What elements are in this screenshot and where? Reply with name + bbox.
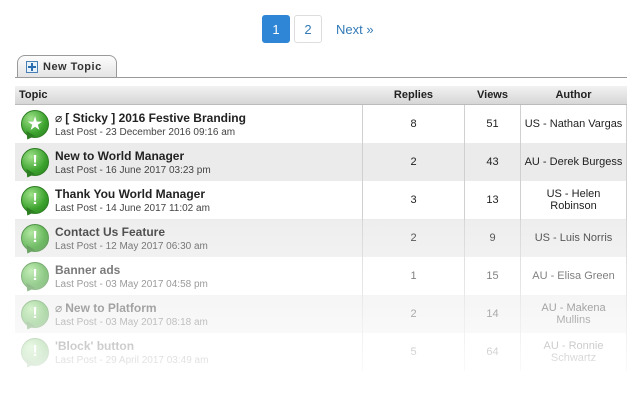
views-count: 43 xyxy=(464,143,521,181)
author-name: AU - Derek Burgess xyxy=(520,143,627,181)
topic-cell: ! ⌀ New to Platform Last Post - 03 May 2017… xyxy=(15,295,363,333)
new-document-icon xyxy=(26,60,38,73)
topic-cell: ! Contact Us Feature Last Post - 12 May 20… xyxy=(15,219,363,257)
new-topic-label: New Topic xyxy=(43,60,102,73)
table-row[interactable]: ! Banner ads Last Post - 03 May 2017 04:58… xyxy=(15,257,627,295)
page-1-button[interactable]: 1 xyxy=(262,15,290,43)
replies-count: 8 xyxy=(362,104,465,143)
table-row[interactable]: ★ ⌀[ Sticky ] 2016 Festive Branding Last P… xyxy=(15,104,627,143)
last-post: Last Post - 23 December 2016 09:16 am xyxy=(55,126,236,138)
replies-count: 2 xyxy=(362,295,465,333)
views-count: 9 xyxy=(464,219,521,257)
exclamation-icon: ! xyxy=(21,262,49,290)
table-row[interactable]: ! Thank You World Manager Last Post - 14 J… xyxy=(15,181,627,219)
next-page-link[interactable]: Next » xyxy=(336,22,374,37)
author-name: AU - Ronnie Schwartz xyxy=(520,333,627,371)
topic-cell: ! Banner ads Last Post - 03 May 2017 04:58… xyxy=(15,257,363,295)
topic-cell: ! 'Block' button Last Post - 29 April 2017… xyxy=(15,333,363,371)
exclamation-icon: ! xyxy=(21,224,49,252)
col-views: Views xyxy=(464,86,521,105)
author-name: US - Luis Norris xyxy=(520,219,627,257)
topic-cell: ! New to World Manager Last Post - 16 June… xyxy=(15,143,363,181)
exclamation-icon: ! xyxy=(21,186,49,214)
paperclip-icon: ⌀ xyxy=(55,300,63,315)
author-name: AU - Elisa Green xyxy=(520,257,627,295)
col-author: Author xyxy=(520,86,627,105)
topic-cell: ! Thank You World Manager Last Post - 14 J… xyxy=(15,181,363,219)
page-2-button[interactable]: 2 xyxy=(294,15,322,43)
pagination: 1 2 Next » xyxy=(262,15,374,43)
replies-count: 3 xyxy=(362,181,465,219)
topic-title-link[interactable]: Contact Us Feature xyxy=(55,225,165,239)
topic-title-link[interactable]: [ Sticky ] 2016 Festive Branding xyxy=(65,111,246,125)
table-row[interactable]: ! Contact Us Feature Last Post - 12 May 20… xyxy=(15,219,627,257)
author-name: AU - Makena Mullins xyxy=(520,295,627,333)
views-count: 15 xyxy=(464,257,521,295)
col-topic: Topic xyxy=(15,86,363,105)
last-post: Last Post - 29 April 2017 03:49 am xyxy=(55,354,209,366)
topics-table: Topic Replies Views Author ★ ⌀[ Sticky ] … xyxy=(15,86,627,371)
last-post: Last Post - 03 May 2017 04:58 pm xyxy=(55,278,208,290)
topic-title-link[interactable]: New to Platform xyxy=(65,301,156,315)
views-count: 14 xyxy=(464,295,521,333)
table-header: Topic Replies Views Author xyxy=(15,86,627,105)
table-row[interactable]: ! 'Block' button Last Post - 29 April 2017… xyxy=(15,333,627,371)
replies-count: 1 xyxy=(362,257,465,295)
author-name: US - Nathan Vargas xyxy=(520,104,627,143)
author-name: US - Helen Robinson xyxy=(520,181,627,219)
topic-title-link[interactable]: Banner ads xyxy=(55,263,120,277)
topic-tabbar: New Topic xyxy=(15,55,627,78)
last-post: Last Post - 14 June 2017 11:02 am xyxy=(55,202,210,214)
sticky-star-icon: ★ xyxy=(21,110,49,138)
last-post: Last Post - 03 May 2017 08:18 am xyxy=(55,316,208,328)
exclamation-icon: ! xyxy=(21,300,49,328)
topic-title-link[interactable]: Thank You World Manager xyxy=(55,187,205,201)
exclamation-icon: ! xyxy=(21,148,49,176)
table-row[interactable]: ! New to World Manager Last Post - 16 June… xyxy=(15,143,627,181)
views-count: 13 xyxy=(464,181,521,219)
topic-title-link[interactable]: 'Block' button xyxy=(55,339,134,353)
col-replies: Replies xyxy=(362,86,465,105)
replies-count: 5 xyxy=(362,333,465,371)
new-topic-button[interactable]: New Topic xyxy=(17,55,117,77)
topic-title-link[interactable]: New to World Manager xyxy=(55,149,184,163)
table-row[interactable]: ! ⌀ New to Platform Last Post - 03 May 2017… xyxy=(15,295,627,333)
replies-count: 2 xyxy=(362,219,465,257)
paperclip-icon: ⌀ xyxy=(55,110,63,125)
views-count: 64 xyxy=(464,333,521,371)
last-post: Last Post - 16 June 2017 03:23 pm xyxy=(55,164,211,176)
last-post: Last Post - 12 May 2017 06:30 am xyxy=(55,240,208,252)
topic-cell: ★ ⌀[ Sticky ] 2016 Festive Branding Last P… xyxy=(15,104,363,143)
exclamation-icon: ! xyxy=(21,338,49,366)
views-count: 51 xyxy=(464,104,521,143)
replies-count: 2 xyxy=(362,143,465,181)
